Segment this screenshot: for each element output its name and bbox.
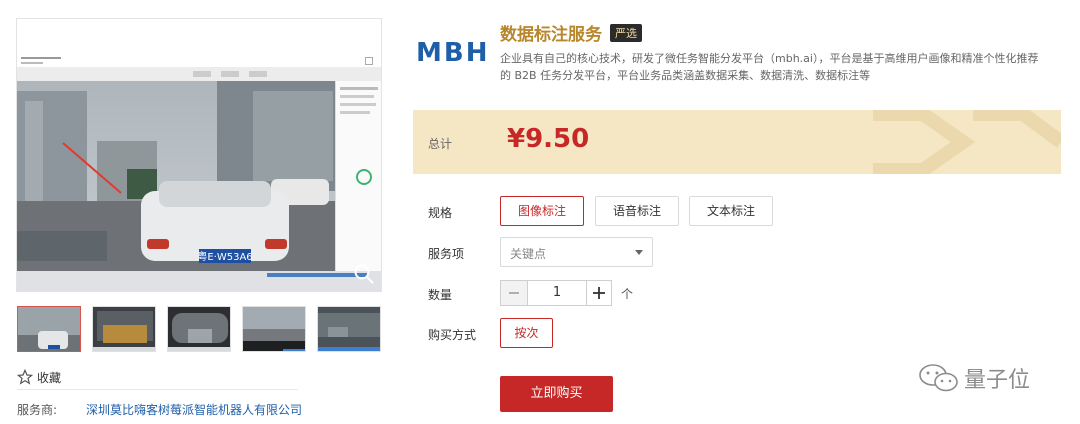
preview-window-titlebar: [17, 19, 381, 67]
divider: [17, 389, 298, 390]
spec-option-voice[interactable]: 语音标注: [595, 196, 679, 226]
product-title: 数据标注服务: [500, 25, 602, 45]
watermark: 量子位: [918, 362, 1030, 394]
service-selected-value: 关键点: [510, 247, 547, 261]
plus-icon: [593, 287, 605, 299]
spec-option-text[interactable]: 文本标注: [689, 196, 773, 226]
quantity-unit: 个: [621, 287, 634, 301]
play-watermark-icon: [873, 110, 1061, 174]
spec-option-image[interactable]: 图像标注: [500, 196, 584, 226]
price-value: ¥9.50: [507, 124, 590, 154]
thumbnail-1[interactable]: [17, 306, 81, 352]
zoom-icon[interactable]: [353, 263, 375, 285]
favorite-label: 收藏: [37, 370, 62, 385]
badge-selected: 严选: [610, 23, 642, 42]
star-icon: [17, 369, 33, 385]
thumbnail-5[interactable]: [317, 306, 381, 352]
product-description-line2: 的 B2B 任务分发平台，平台业务品类涵盖数据采集、数据清洗、数据标注等: [500, 69, 871, 82]
wechat-icon: [919, 364, 958, 392]
thumbnail-4[interactable]: [242, 306, 306, 352]
thumbnail-2[interactable]: [92, 306, 156, 352]
product-description-line1: 企业具有自己的核心技术，研发了微任务智能分发平台（mbh.ai），平台是基于高维…: [500, 52, 1039, 65]
main-preview-image[interactable]: 粤E·W53A6: [16, 18, 382, 292]
preview-toolbar: [17, 67, 381, 82]
favorite-button[interactable]: 收藏: [17, 368, 61, 386]
chevron-down-icon: [635, 250, 643, 255]
brand-logo: MBH: [416, 38, 490, 68]
street-scene: 粤E·W53A6: [17, 81, 335, 271]
provider-label: 服务商:: [17, 403, 58, 417]
quantity-value[interactable]: 1: [528, 285, 586, 300]
thumbnail-3[interactable]: [167, 306, 231, 352]
spec-label: 规格: [428, 206, 453, 220]
minus-icon: [509, 292, 519, 294]
provider-link[interactable]: 深圳莫比嗨客树莓派智能机器人有限公司: [86, 401, 302, 418]
service-select[interactable]: 关键点: [500, 237, 653, 267]
buy-now-button[interactable]: 立即购买: [500, 376, 613, 412]
price-label: 总计: [428, 137, 453, 151]
annotation-side-panel: [335, 81, 381, 271]
preview-statusbar: [17, 271, 381, 291]
license-plate-text: 粤E·W53A6: [197, 250, 252, 263]
buy-mode-per-use[interactable]: 按次: [500, 318, 553, 348]
quantity-stepper[interactable]: 1: [500, 280, 612, 306]
service-label: 服务项: [428, 247, 465, 261]
decrease-button[interactable]: [501, 281, 528, 305]
buy-mode-label: 购买方式: [428, 328, 477, 342]
quantity-label: 数量: [428, 288, 453, 302]
increase-button[interactable]: [586, 281, 611, 305]
watermark-text: 量子位: [964, 368, 1031, 393]
